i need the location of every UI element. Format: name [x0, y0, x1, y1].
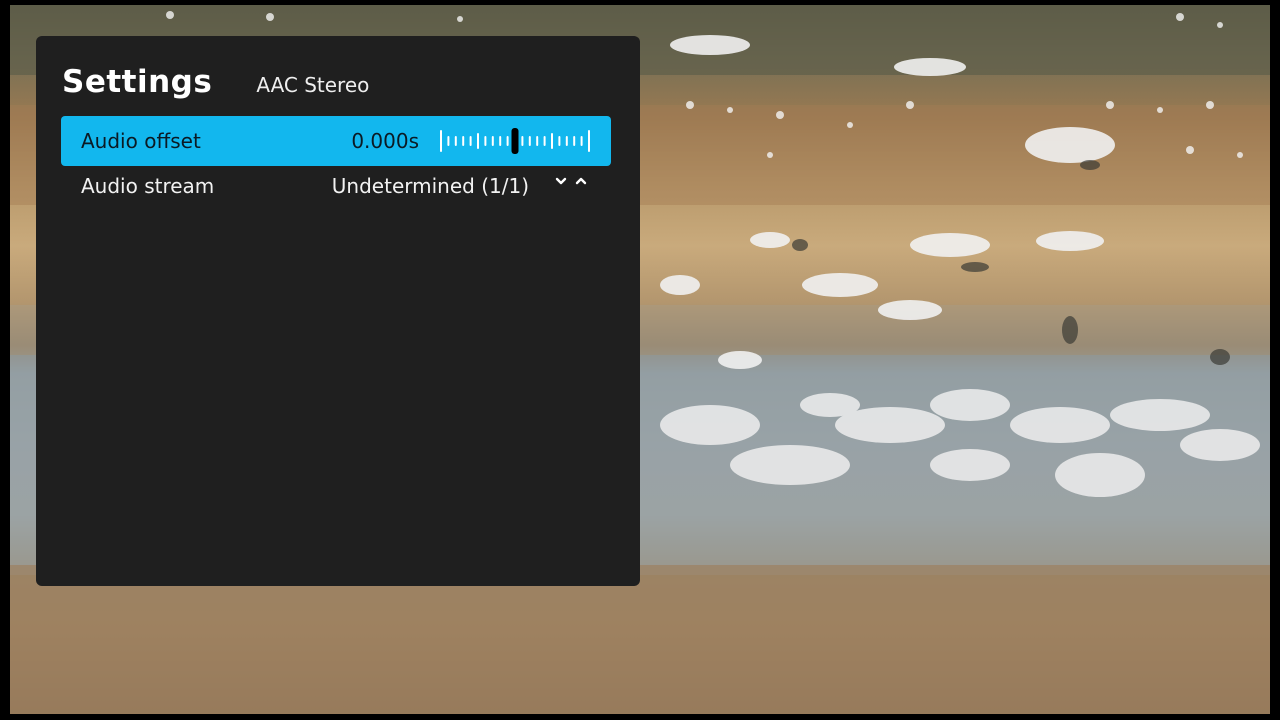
settings-header: Settings AAC Stereo — [62, 64, 369, 100]
audio-stream-value: Undetermined (1/1) — [331, 174, 529, 198]
stream-arrows — [555, 175, 587, 187]
audio-stream-label: Audio stream — [81, 174, 215, 198]
audio-offset-slider[interactable] — [439, 128, 591, 154]
audio-offset-label: Audio offset — [81, 129, 201, 153]
player-screen: Settings AAC Stereo Audio offset 0.000s … — [0, 0, 1280, 720]
slider-thumb[interactable] — [511, 128, 519, 154]
chevron-up-icon[interactable] — [575, 175, 587, 187]
settings-title: Settings — [62, 64, 213, 100]
audio-stream-row[interactable]: Audio stream Undetermined (1/1) — [61, 161, 611, 211]
audio-offset-row[interactable]: Audio offset 0.000s — [61, 116, 611, 166]
settings-panel: Settings AAC Stereo Audio offset 0.000s … — [36, 36, 640, 586]
chevron-down-icon[interactable] — [555, 175, 567, 187]
audio-offset-value: 0.000s — [351, 129, 419, 153]
audio-track-name: AAC Stereo — [256, 73, 370, 97]
